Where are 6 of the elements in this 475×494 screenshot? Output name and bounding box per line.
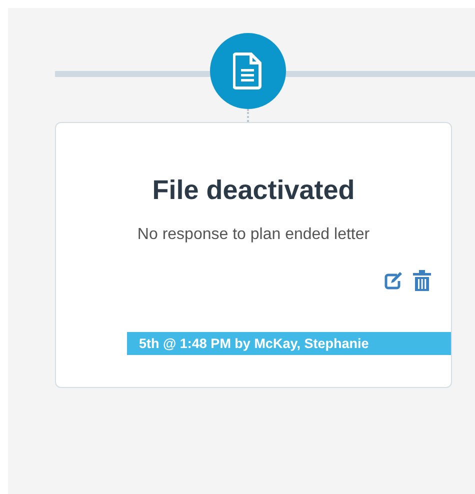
event-description: No response to plan ended letter (137, 226, 370, 244)
event-footer: 5th @ 1:48 PM by McKay, Stephanie (127, 332, 451, 355)
trash-icon[interactable] (413, 270, 431, 292)
edit-icon[interactable] (383, 271, 403, 291)
event-title: File deactivated (152, 175, 355, 206)
document-icon (233, 52, 263, 90)
